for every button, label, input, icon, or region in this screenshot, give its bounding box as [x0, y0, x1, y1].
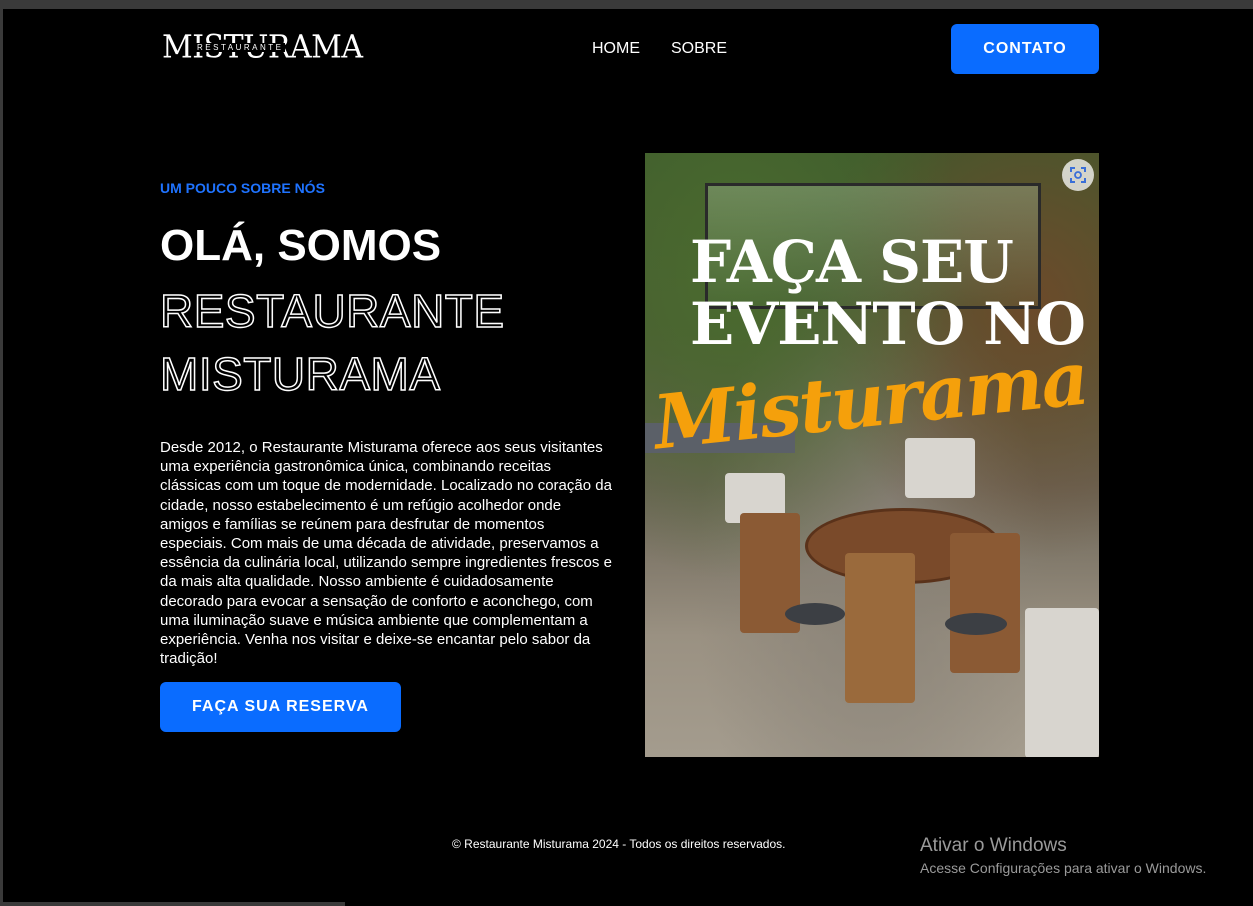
visual-search-icon[interactable]: [1062, 159, 1094, 191]
main-nav: HOME SOBRE: [592, 40, 727, 58]
stool: [785, 603, 845, 625]
wooden-chair: [845, 553, 915, 703]
white-chair: [1025, 608, 1099, 757]
stool: [945, 613, 1007, 635]
horizontal-scrollbar[interactable]: [0, 902, 345, 906]
hero-title-line3: MISTURAMA: [159, 348, 441, 400]
hero-title-line2: RESTAURANTE: [159, 285, 505, 337]
windows-activation-subtitle: Acesse Configurações para ativar o Windo…: [920, 860, 1207, 876]
windows-activation-title: Ativar o Windows: [920, 835, 1067, 856]
footer-copyright: © Restaurante Misturama 2024 - Todos os …: [452, 837, 786, 851]
hero-title-line1: OLÁ, SOMOS: [160, 221, 442, 270]
window-top-border: [0, 0, 1253, 9]
nav-sobre[interactable]: SOBRE: [671, 40, 727, 58]
about-description: Desde 2012, o Restaurante Misturama ofer…: [160, 439, 612, 668]
white-chair: [905, 438, 975, 498]
promo-headline: FAÇA SEU EVENTO NO: [690, 228, 1086, 355]
contact-button[interactable]: CONTATO: [951, 24, 1099, 74]
logo[interactable]: MISTURAMA RESTAURANTE: [162, 32, 363, 67]
logo-subtitle: RESTAURANTE: [195, 43, 286, 52]
reserve-button[interactable]: FAÇA SUA RESERVA: [160, 682, 401, 732]
event-promo-image: FAÇA SEU EVENTO NO Misturama: [645, 153, 1099, 757]
nav-home[interactable]: HOME: [592, 40, 640, 58]
wooden-chair: [950, 533, 1020, 673]
window-left-border: [0, 0, 3, 906]
scan-icon-glyph: [1070, 167, 1086, 183]
promo-headline-line1: FAÇA SEU: [690, 228, 1014, 296]
section-eyebrow: UM POUCO SOBRE NÓS: [160, 180, 325, 196]
